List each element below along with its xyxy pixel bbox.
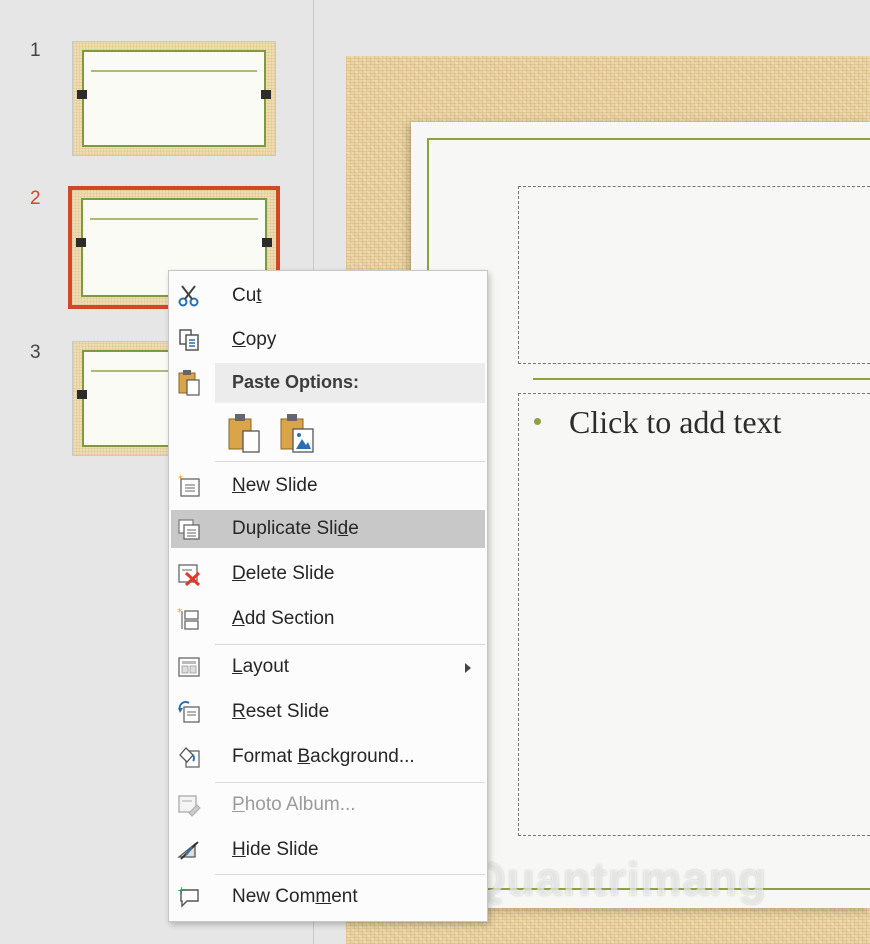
menu-label-layout: Layout <box>232 656 290 677</box>
menu-label-hide-slide: Hide Slide <box>232 839 319 860</box>
paste-options-header: Paste Options: <box>215 363 485 403</box>
slide-number-3: 3 <box>30 342 41 363</box>
slide-number-2: 2 <box>30 188 41 209</box>
menu-item-reset-slide[interactable]: Reset Slide <box>171 693 485 731</box>
menu-label-new-slide: New Slide <box>232 475 318 496</box>
clipboard-icon <box>177 369 201 397</box>
paste-keep-icon <box>225 414 265 460</box>
scissors-icon <box>177 284 201 308</box>
menu-separator <box>215 782 485 783</box>
add-section-icon: * <box>177 606 201 631</box>
menu-label-format-background: Format Background... <box>232 746 415 767</box>
menu-item-hide-slide[interactable]: Hide Slide <box>171 831 485 869</box>
menu-label-new-comment: New Comment <box>232 886 358 907</box>
menu-item-delete-slide[interactable]: Delete Slide <box>171 555 485 593</box>
reset-slide-icon <box>177 700 201 724</box>
title-placeholder[interactable] <box>518 186 870 364</box>
menu-label-duplicate-slide: Duplicate Slide <box>232 518 359 539</box>
menu-item-new-comment[interactable]: + New Comment <box>171 878 485 916</box>
content-placeholder-text[interactable]: Click to add text <box>569 404 781 441</box>
new-slide-icon: * <box>177 474 201 498</box>
content-placeholder[interactable] <box>518 393 870 836</box>
hide-slide-icon <box>177 838 201 862</box>
photo-album-icon <box>177 793 201 817</box>
menu-label-add-section: Add Section <box>232 608 335 629</box>
menu-label-cut: Cut <box>232 285 262 306</box>
menu-item-format-background[interactable]: Format Background... <box>171 738 485 776</box>
menu-label-reset-slide: Reset Slide <box>232 701 330 722</box>
svg-text:*: * <box>178 474 183 485</box>
paste-picture-icon <box>277 414 317 460</box>
menu-item-add-section[interactable]: * Add Section <box>171 600 485 638</box>
menu-label-photo-album: Photo Album... <box>232 794 356 815</box>
layout-icon <box>177 655 201 679</box>
svg-text:+: + <box>177 885 186 897</box>
copy-icon <box>177 328 201 352</box>
menu-label-delete-slide: Delete Slide <box>232 563 335 584</box>
bullet-icon <box>534 418 541 425</box>
menu-separator <box>215 644 485 645</box>
watermark-logo: Quantrimang <box>470 853 768 905</box>
menu-item-new-slide[interactable]: * New Slide <box>171 467 485 505</box>
submenu-arrow-icon <box>465 663 471 673</box>
menu-item-photo-album[interactable]: Photo Album... <box>171 786 485 824</box>
menu-item-cut[interactable]: Cut <box>171 277 485 315</box>
new-comment-icon: + <box>177 884 201 909</box>
menu-label-copy: Copy <box>232 329 277 350</box>
menu-separator <box>215 874 485 875</box>
menu-item-duplicate-slide[interactable]: Duplicate Slide <box>171 510 485 548</box>
slide-thumbnail-1[interactable] <box>72 41 276 156</box>
format-background-icon <box>177 745 201 769</box>
duplicate-slide-icon <box>177 517 201 541</box>
menu-item-copy[interactable]: Copy <box>171 321 485 359</box>
paste-use-destination-theme-button[interactable] <box>225 409 265 455</box>
paste-options-label: Paste Options: <box>232 372 360 392</box>
menu-separator <box>215 461 485 462</box>
paste-picture-button[interactable] <box>277 409 317 455</box>
delete-slide-icon <box>177 562 201 587</box>
title-divider-line <box>533 378 870 380</box>
svg-text:*: * <box>177 607 183 619</box>
context-menu: Cut Copy Paste Options: * New Slide Dupl… <box>168 270 488 922</box>
slide-number-1: 1 <box>30 40 41 61</box>
menu-item-layout[interactable]: Layout <box>171 648 485 686</box>
